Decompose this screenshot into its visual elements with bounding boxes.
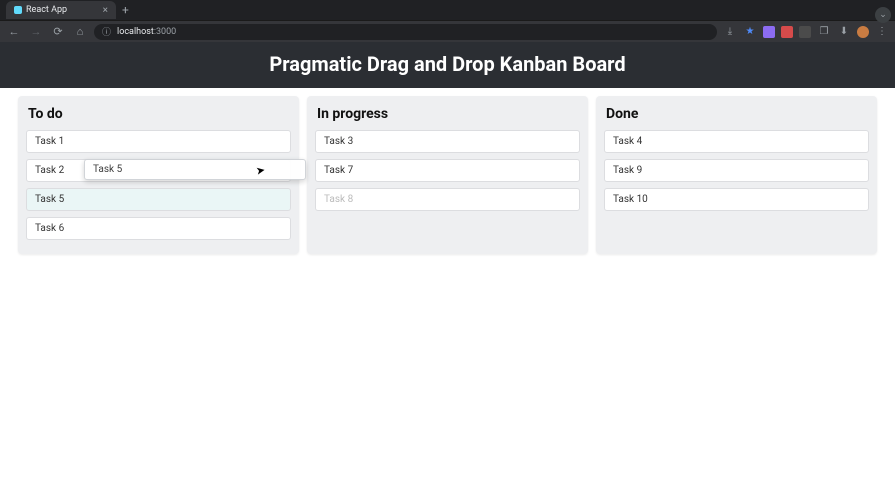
bookmark-star-icon[interactable]: ★: [743, 25, 757, 39]
column-title: Done: [606, 106, 867, 122]
kanban-card[interactable]: Task 1: [26, 130, 291, 153]
card-label: Task 2: [35, 165, 64, 176]
kanban-card[interactable]: Task 3: [315, 130, 580, 153]
card-label: Task 6: [35, 223, 64, 234]
profile-avatar[interactable]: [857, 26, 869, 38]
extensions-menu-icon[interactable]: ❐: [817, 25, 831, 39]
card-label: Task 4: [613, 136, 642, 147]
browser-toolbar: ← → ⟳ ⌂ ⓘ localhost:3000 ⤓ ★ ❐ ⬇ ⋮: [0, 20, 895, 42]
kanban-card[interactable]: Task 10: [604, 188, 869, 211]
card-label: Task 5: [35, 194, 64, 205]
column-todo[interactable]: To do Task 1 Task 2 Task 5 Task 6: [18, 96, 299, 254]
card-label: Task 1: [35, 136, 64, 147]
browser-tab[interactable]: React App ×: [6, 1, 116, 19]
card-label: Task 8: [324, 194, 353, 205]
tab-strip: React App × + ⌄: [0, 0, 895, 20]
address-bar[interactable]: ⓘ localhost:3000: [94, 24, 717, 40]
kebab-menu-icon[interactable]: ⋮: [875, 25, 889, 39]
card-label: Task 7: [324, 165, 353, 176]
app-header: Pragmatic Drag and Drop Kanban Board: [0, 42, 895, 88]
kanban-card[interactable]: Task 8: [315, 188, 580, 211]
column-in-progress[interactable]: In progress Task 3 Task 7 Task 8: [307, 96, 588, 254]
kanban-card[interactable]: Task 7: [315, 159, 580, 182]
back-button[interactable]: ←: [6, 24, 22, 40]
extension-icon[interactable]: [799, 26, 811, 38]
app-viewport: Pragmatic Drag and Drop Kanban Board To …: [0, 42, 895, 503]
downloads-icon[interactable]: ⬇: [837, 25, 851, 39]
tab-title: React App: [26, 5, 67, 15]
kanban-card[interactable]: Task 2: [26, 159, 291, 182]
site-info-icon[interactable]: ⓘ: [102, 25, 111, 38]
extension-icon[interactable]: [781, 26, 793, 38]
url-port: :3000: [154, 27, 176, 37]
reload-button[interactable]: ⟳: [50, 24, 66, 40]
kanban-card[interactable]: Task 9: [604, 159, 869, 182]
column-title: To do: [28, 106, 289, 122]
url-host: localhost: [117, 27, 154, 37]
window-controls: ⌄: [875, 2, 891, 23]
page-title: Pragmatic Drag and Drop Kanban Board: [0, 52, 895, 76]
react-favicon: [14, 6, 22, 14]
column-done[interactable]: Done Task 4 Task 9 Task 10: [596, 96, 877, 254]
column-title: In progress: [317, 106, 578, 122]
kanban-card[interactable]: Task 5: [26, 188, 291, 211]
close-tab-icon[interactable]: ×: [103, 5, 108, 16]
card-label: Task 3: [324, 136, 353, 147]
browser-chrome: React App × + ⌄ ← → ⟳ ⌂ ⓘ localhost:3000…: [0, 0, 895, 42]
toolbar-right-actions: ⤓ ★ ❐ ⬇ ⋮: [723, 25, 889, 39]
extension-icon[interactable]: [763, 26, 775, 38]
kanban-board: To do Task 1 Task 2 Task 5 Task 6 In pro…: [0, 88, 895, 262]
chevron-down-icon[interactable]: ⌄: [875, 7, 891, 23]
card-label: Task 10: [613, 194, 648, 205]
forward-button[interactable]: →: [28, 24, 44, 40]
url-text: localhost:3000: [117, 27, 176, 37]
kanban-card[interactable]: Task 4: [604, 130, 869, 153]
install-app-icon[interactable]: ⤓: [723, 25, 737, 39]
new-tab-button[interactable]: +: [116, 3, 135, 17]
card-label: Task 9: [613, 165, 642, 176]
kanban-card[interactable]: Task 6: [26, 217, 291, 240]
home-button[interactable]: ⌂: [72, 24, 88, 40]
